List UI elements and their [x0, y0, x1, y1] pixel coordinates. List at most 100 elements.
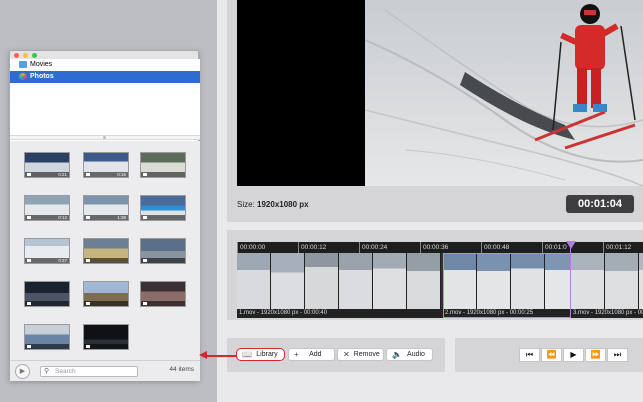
timeline-clip-selected[interactable]: 2.mov - 1920x1080 px - 00:00:25: [443, 253, 571, 318]
media-thumbnail[interactable]: 1:38: [83, 195, 129, 221]
preview-letterbox: [237, 0, 365, 186]
library-button[interactable]: 📖 Library: [236, 348, 285, 361]
media-thumbnail[interactable]: [140, 152, 186, 178]
clip-label: 2.mov - 1920x1080 px - 00:00:25: [443, 309, 571, 318]
frame-thumbnail: [305, 253, 339, 309]
media-thumbnail[interactable]: [83, 324, 129, 350]
source-item-movies[interactable]: Movies: [10, 59, 200, 71]
thumbnail-duration: [141, 301, 185, 306]
source-item-photos[interactable]: Photos: [10, 71, 200, 83]
thumbnail-duration: 1:38: [84, 215, 128, 220]
video-camera-icon: [143, 173, 147, 176]
video-camera-icon: [27, 302, 31, 305]
media-thumbnail[interactable]: [24, 324, 70, 350]
timeline-clip[interactable]: 1.mov - 1920x1080 px - 00:00:40: [237, 253, 443, 318]
playhead-handle[interactable]: [566, 241, 576, 249]
video-camera-icon: [143, 216, 147, 219]
frame-thumbnail: [443, 253, 477, 309]
frame-thumbnail: [237, 253, 271, 309]
remove-button[interactable]: ✕ Remove: [337, 348, 384, 361]
media-thumbnail[interactable]: [83, 238, 129, 264]
media-thumbnail[interactable]: [83, 281, 129, 307]
ruler-tick: 00:00:24: [359, 242, 387, 253]
timeline-ruler[interactable]: 00:00:00 00:00:12 00:00:24 00:00:36 00:0…: [237, 242, 643, 253]
transport-controls: ⏮ ⏪ ▶ ⏩ ⏭: [455, 338, 643, 372]
editor-window: Size: 1920x1080 px 00:01:04 00:00:00 00:…: [217, 0, 643, 402]
source-label: Movies: [30, 61, 53, 68]
video-camera-icon: [86, 345, 90, 348]
media-thumbnail[interactable]: 0:21: [24, 152, 70, 178]
remove-button-label: Remove: [353, 351, 380, 358]
fast-forward-icon[interactable]: ⏩: [585, 348, 606, 362]
video-camera-icon: [143, 259, 147, 262]
library-window: Movies Photos 0:21 0:16 0:12 1:38 0:37 ▶…: [9, 50, 200, 381]
thumbnail-duration: [84, 258, 128, 263]
ruler-tick: 00:00:36: [420, 242, 448, 253]
ruler-tick: 00:01:12: [603, 242, 631, 253]
ruler-tick: 00:00:00: [237, 242, 265, 253]
thumbnail-duration: 0:16: [84, 172, 128, 177]
media-thumbnail[interactable]: 0:12: [24, 195, 70, 221]
folder-icon: [19, 61, 27, 68]
split-divider[interactable]: [10, 135, 200, 140]
preview-panel: Size: 1920x1080 px 00:01:04: [227, 0, 643, 222]
divider-handle[interactable]: [103, 136, 106, 139]
media-thumbnail[interactable]: [140, 195, 186, 221]
video-camera-icon: [143, 302, 147, 305]
rewind-icon[interactable]: ⏪: [541, 348, 562, 362]
video-camera-icon: [86, 302, 90, 305]
frame-thumbnail: [271, 253, 305, 309]
zoom-window-icon[interactable]: [32, 53, 37, 58]
frame-thumbnail: [605, 253, 639, 309]
size-value: 1920x1080 px: [257, 200, 309, 209]
media-thumbnail[interactable]: [140, 238, 186, 264]
video-camera-icon: [27, 345, 31, 348]
ruler-tick: 00:00:12: [298, 242, 326, 253]
annotation-arrowhead: [199, 351, 207, 359]
minimize-window-icon[interactable]: [23, 53, 28, 58]
add-button[interactable]: + Add: [288, 348, 335, 361]
search-placeholder: Search: [55, 368, 76, 375]
clip-filmstrip: [237, 253, 443, 309]
ruler-tick: 00:01:0: [542, 242, 567, 253]
window-titlebar[interactable]: [10, 51, 198, 59]
clip-toolbar: 📖 Library + Add ✕ Remove 🔈 Audio: [227, 338, 445, 372]
library-footer: ▶ ⚲ Search 44 items: [10, 360, 200, 381]
frame-thumbnail: [407, 253, 441, 309]
speaker-icon: 🔈: [392, 350, 402, 359]
frame-thumbnail: [373, 253, 407, 309]
thumbnail-duration: [141, 258, 185, 263]
video-camera-icon: [27, 259, 31, 262]
video-camera-icon: [27, 173, 31, 176]
play-preview-icon[interactable]: ▶: [15, 364, 30, 379]
media-thumbnail[interactable]: 0:16: [83, 152, 129, 178]
thumbnail-duration: 0:12: [25, 215, 69, 220]
media-thumbnail[interactable]: 0:37: [24, 238, 70, 264]
frame-thumbnail: [477, 253, 511, 309]
search-input[interactable]: ⚲ Search: [40, 366, 138, 377]
thumbnail-duration: [84, 344, 128, 349]
add-button-label: Add: [309, 351, 322, 358]
skip-to-end-icon[interactable]: ⏭: [607, 348, 628, 362]
frame-thumbnail: [639, 253, 643, 309]
media-thumbnail[interactable]: [24, 281, 70, 307]
playhead-line[interactable]: [570, 242, 571, 318]
media-grid: 0:21 0:16 0:12 1:38 0:37: [10, 141, 200, 360]
clip-label: 3.mov - 1920x1080 px - 00:00:...: [571, 309, 643, 318]
video-preview[interactable]: [365, 0, 643, 186]
skip-to-start-icon[interactable]: ⏮: [519, 348, 540, 362]
video-camera-icon: [86, 173, 90, 176]
timeline-clip[interactable]: 3.mov - 1920x1080 px - 00:00:...: [571, 253, 643, 318]
item-count: 44 items: [169, 366, 194, 373]
play-icon[interactable]: ▶: [563, 348, 584, 362]
audio-button-label: Audio: [407, 351, 425, 358]
timeline-panel: 00:00:00 00:00:12 00:00:24 00:00:36 00:0…: [227, 230, 643, 320]
clip-track: 1.mov - 1920x1080 px - 00:00:40 2.mov - …: [237, 253, 643, 318]
media-thumbnail[interactable]: [140, 281, 186, 307]
ruler-tick: 00:00:48: [481, 242, 509, 253]
source-list: Movies Photos: [10, 59, 200, 135]
thumbnail-duration: [141, 215, 185, 220]
audio-button[interactable]: 🔈 Audio: [386, 348, 433, 361]
close-window-icon[interactable]: [14, 53, 19, 58]
annotation-arrow: [205, 355, 236, 357]
